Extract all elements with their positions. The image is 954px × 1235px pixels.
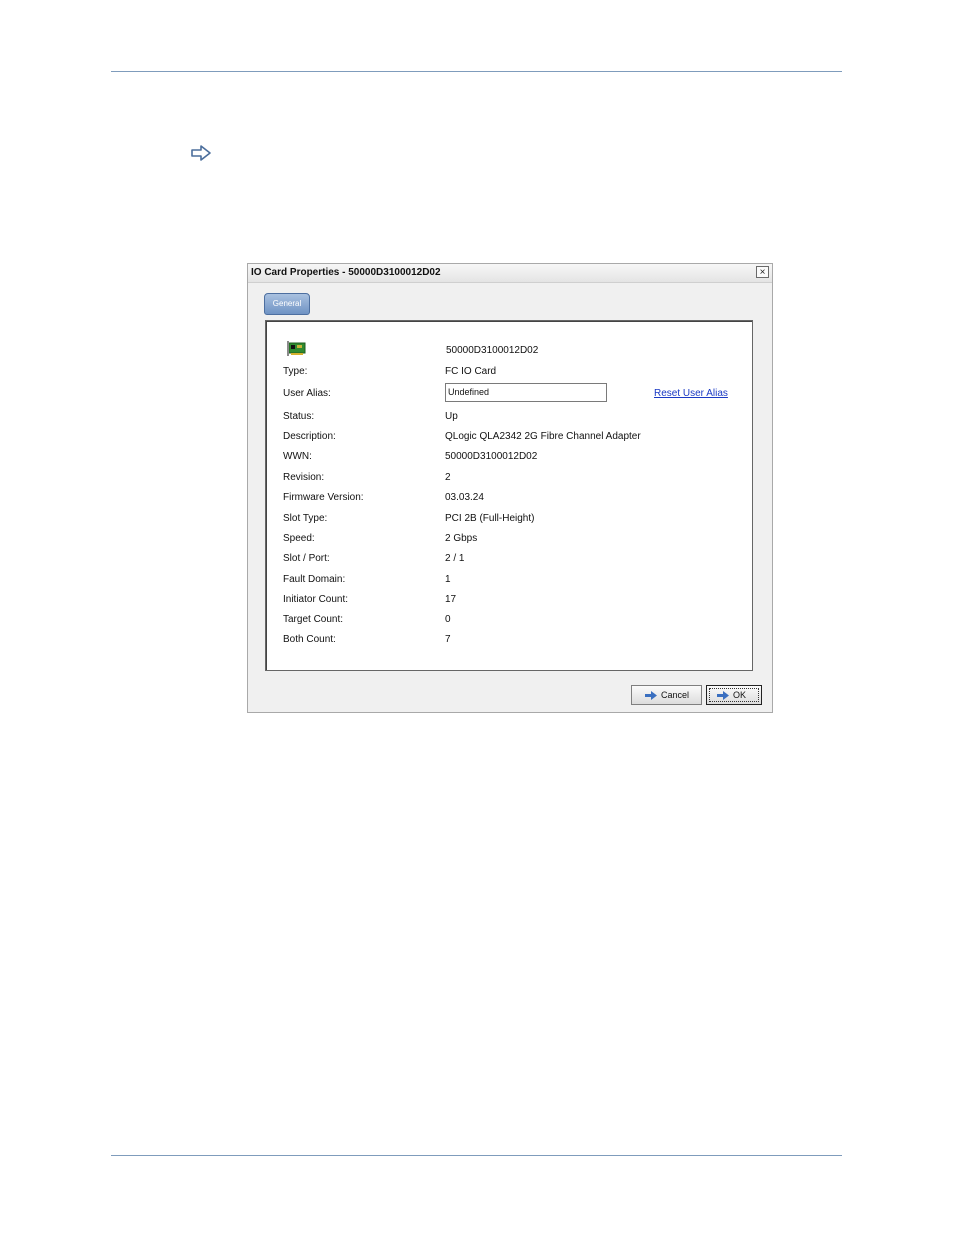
speed-value: 2 Gbps <box>445 533 478 544</box>
type-label: Type: <box>283 366 308 377</box>
slot-type-label: Slot Type: <box>283 513 328 524</box>
row-speed: Speed: 2 Gbps <box>266 533 752 549</box>
header-rule <box>111 71 842 72</box>
general-panel: 50000D3100012D02 Type: FC IO Card User A… <box>265 320 753 671</box>
target-count-label: Target Count: <box>283 614 344 625</box>
status-value: Up <box>445 411 458 422</box>
row-fault-domain: Fault Domain: 1 <box>266 574 752 590</box>
description-label: Description: <box>283 431 336 442</box>
tab-general[interactable]: General <box>264 293 310 315</box>
row-wwn: WWN: 50000D3100012D02 <box>266 451 752 467</box>
both-count-value: 7 <box>445 634 451 645</box>
fault-domain-label: Fault Domain: <box>283 574 346 585</box>
slot-port-label: Slot / Port: <box>283 553 330 564</box>
row-user-alias: User Alias: Undefined Reset User Alias <box>266 383 752 404</box>
row-both-count: Both Count: 7 <box>266 634 752 650</box>
ok-button[interactable]: OK <box>706 685 762 705</box>
io-card-properties-dialog: IO Card Properties - 50000D3100012D02 × … <box>247 263 773 713</box>
reset-user-alias-link[interactable]: Reset User Alias <box>654 388 728 399</box>
description-value: QLogic QLA2342 2G Fibre Channel Adapter <box>445 431 641 442</box>
speed-label: Speed: <box>283 533 315 544</box>
footer-rule <box>111 1155 842 1156</box>
row-firmware-version: Firmware Version: 03.03.24 <box>266 492 752 508</box>
cancel-button-label: Cancel <box>661 690 690 700</box>
type-value: FC IO Card <box>445 366 497 377</box>
initiator-count-label: Initiator Count: <box>283 594 349 605</box>
card-id-value: 50000D3100012D02 <box>446 345 539 356</box>
row-slot-port: Slot / Port: 2 / 1 <box>266 553 752 569</box>
firmware-version-label: Firmware Version: <box>283 492 364 503</box>
user-alias-input[interactable]: Undefined <box>445 383 607 402</box>
target-count-value: 0 <box>445 614 451 625</box>
user-alias-label: User Alias: <box>283 388 331 399</box>
row-type: Type: FC IO Card <box>266 366 752 382</box>
wwn-value: 50000D3100012D02 <box>445 451 538 462</box>
fault-domain-value: 1 <box>445 574 451 585</box>
initiator-count-value: 17 <box>445 594 457 605</box>
revision-label: Revision: <box>283 472 325 483</box>
wwn-label: WWN: <box>283 451 312 462</box>
row-slot-type: Slot Type: PCI 2B (Full-Height) <box>266 513 752 529</box>
close-icon[interactable]: × <box>756 266 769 278</box>
revision-value: 2 <box>445 472 451 483</box>
both-count-label: Both Count: <box>283 634 336 645</box>
row-description: Description: QLogic QLA2342 2G Fibre Cha… <box>266 431 752 447</box>
arrow-right-outline-icon <box>191 145 211 161</box>
dialog-titlebar: IO Card Properties - 50000D3100012D02 × <box>248 264 772 283</box>
slot-port-value: 2 / 1 <box>445 553 465 564</box>
status-label: Status: <box>283 411 315 422</box>
row-status: Status: Up <box>266 411 752 427</box>
row-initiator-count: Initiator Count: 17 <box>266 594 752 610</box>
ok-button-label: OK <box>733 690 747 700</box>
slot-type-value: PCI 2B (Full-Height) <box>445 513 535 524</box>
cancel-button[interactable]: Cancel <box>631 685 702 705</box>
fc-io-card-icon <box>287 341 306 356</box>
blue-arrow-icon <box>717 691 729 700</box>
dialog-title: IO Card Properties - 50000D3100012D02 <box>251 267 441 278</box>
firmware-version-value: 03.03.24 <box>445 492 484 503</box>
blue-arrow-icon <box>645 691 657 700</box>
row-revision: Revision: 2 <box>266 472 752 488</box>
row-target-count: Target Count: 0 <box>266 614 752 630</box>
